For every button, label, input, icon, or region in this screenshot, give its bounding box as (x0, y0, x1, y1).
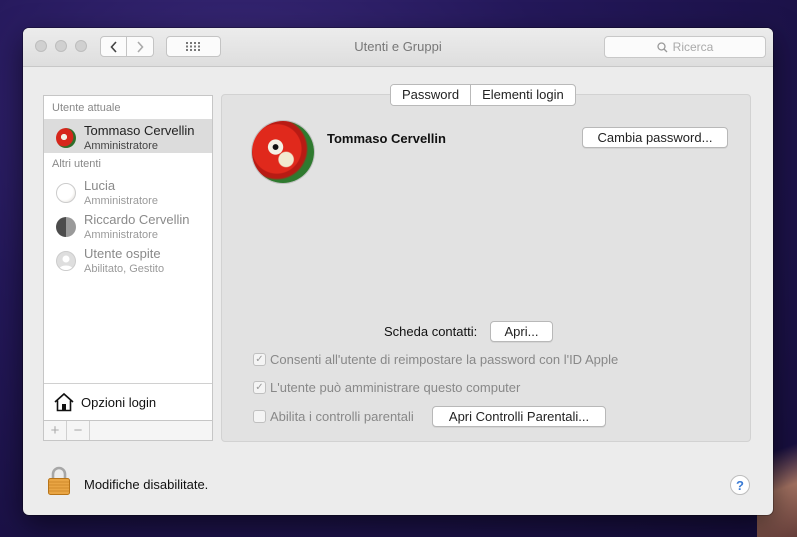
lock-button[interactable] (47, 466, 71, 496)
open-parental-controls-button[interactable]: Apri Controlli Parentali... (432, 406, 606, 427)
change-password-button[interactable]: Cambia password... (582, 127, 728, 148)
current-user-header: Utente attuale (52, 102, 121, 114)
search-field[interactable]: Ricerca (604, 36, 766, 58)
parrot-avatar (56, 128, 76, 148)
search-placeholder: Ricerca (672, 40, 714, 54)
profile-name: Tommaso Cervellin (327, 131, 446, 146)
add-user-button[interactable]: + (44, 421, 67, 440)
users-groups-window: Utenti e Gruppi Ricerca Utente attuale T… (23, 28, 773, 515)
tab-login-items[interactable]: Elementi login (471, 85, 575, 105)
remove-user-button[interactable]: − (67, 421, 90, 440)
admin-checkbox[interactable]: ✓ (253, 381, 266, 394)
help-button[interactable]: ? (730, 475, 750, 495)
users-list: Utente attuale Tommaso Cervellin Amminis… (43, 95, 213, 421)
user-name: Utente ospite (84, 246, 161, 261)
user-name: Tommaso Cervellin (84, 123, 195, 138)
lock-status-label: Modifiche disabilitate. (84, 477, 209, 492)
user-row-tommaso[interactable]: Tommaso Cervellin Amministratore (44, 119, 212, 153)
user-row-lucia[interactable]: Lucia Amministratore (44, 174, 212, 208)
search-icon (657, 41, 668, 52)
apple-id-reset-checkbox[interactable]: ✓ (253, 353, 266, 366)
apple-id-reset-label: Consenti all'utente di reimpostare la pa… (270, 352, 619, 367)
user-role: Amministratore (84, 140, 158, 152)
login-options-label: Opzioni login (81, 394, 157, 410)
user-role: Amministratore (84, 229, 158, 241)
profile-picture[interactable] (252, 121, 314, 183)
house-icon (54, 392, 74, 412)
user-row-riccardo[interactable]: Riccardo Cervellin Amministratore (44, 208, 212, 242)
open-contact-button[interactable]: Apri... (490, 321, 553, 342)
moon-avatar (56, 217, 76, 237)
titlebar: Utenti e Gruppi Ricerca (23, 28, 773, 67)
guest-avatar (56, 251, 76, 271)
user-name: Riccardo Cervellin (84, 212, 190, 227)
login-options-item[interactable]: Opzioni login (44, 383, 212, 420)
admin-label: L'utente può amministrare questo compute… (270, 380, 521, 395)
baseball-avatar (56, 183, 76, 203)
parental-controls-label: Abilita i controlli parentali (270, 409, 414, 424)
user-row-guest[interactable]: Utente ospite Abilitato, Gestito (44, 242, 212, 276)
user-name: Lucia (84, 178, 116, 193)
tab-password[interactable]: Password (391, 85, 472, 105)
add-remove-bar: + − (43, 421, 213, 441)
lock-icon (48, 466, 70, 495)
user-role: Amministratore (84, 195, 158, 207)
person-icon (59, 255, 73, 270)
parental-controls-checkbox[interactable] (253, 410, 266, 423)
user-role: Abilitato, Gestito (84, 263, 165, 275)
other-users-header: Altri utenti (52, 158, 101, 170)
tab-bar: Password Elementi login (390, 84, 576, 106)
contacts-label: Scheda contatti: (384, 324, 478, 339)
